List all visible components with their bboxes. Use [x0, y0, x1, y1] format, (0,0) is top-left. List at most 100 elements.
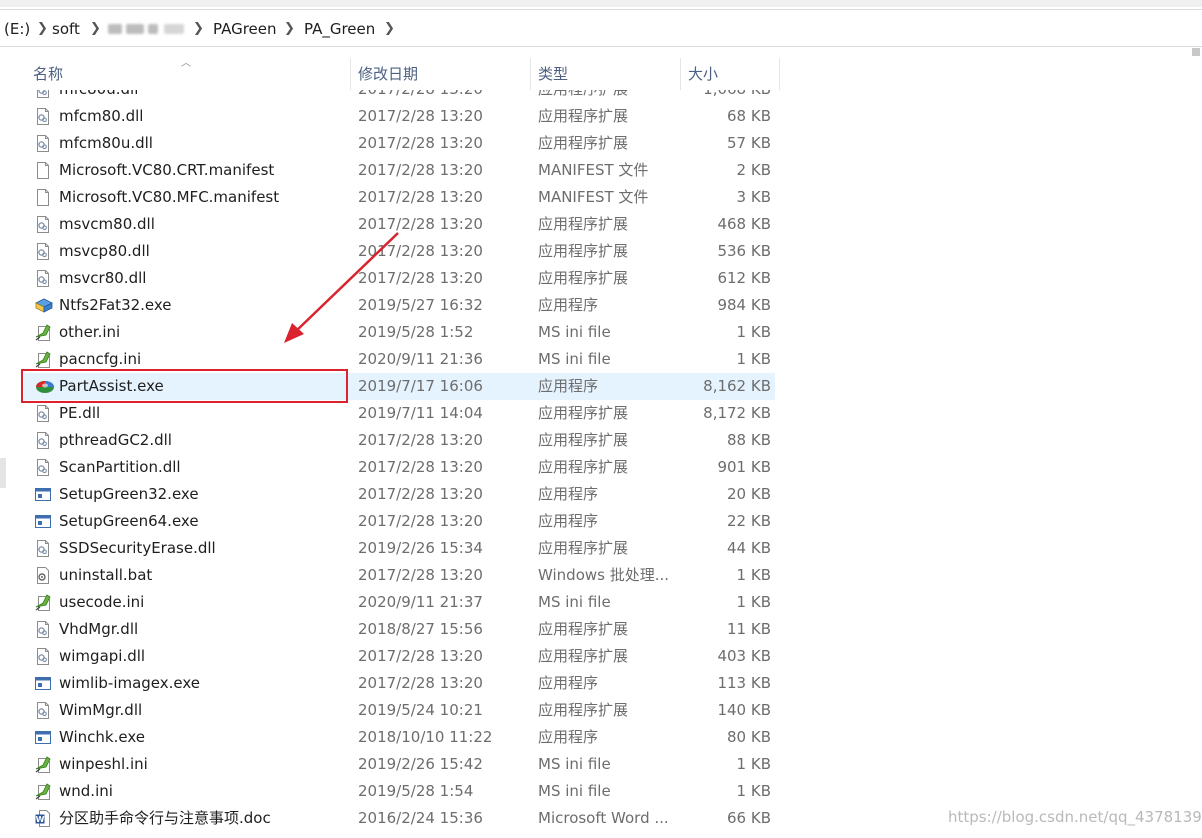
column-header-date[interactable]: 修改日期 — [358, 58, 418, 90]
file-name: msvcr80.dll — [59, 269, 147, 287]
ini-file-icon — [35, 783, 51, 800]
file-name: PE.dll — [59, 404, 101, 422]
file-row[interactable]: uninstall.bat 2017/2/28 13:20 Windows 批处理.… — [0, 562, 1202, 589]
column-header-name[interactable]: 名称 — [33, 58, 63, 90]
file-type: 应用程序扩展 — [538, 701, 629, 719]
file-size: 468 KB — [717, 215, 771, 233]
breadcrumb-item-pa-green[interactable]: PA_Green — [304, 19, 375, 39]
breadcrumb-drive[interactable]: (E:) — [4, 19, 30, 39]
file-name: usecode.ini — [59, 593, 145, 611]
file-size: 536 KB — [717, 242, 771, 260]
file-row[interactable]: Ntfs2Fat32.exe 2019/5/27 16:32 应用程序 984 KB — [0, 292, 1202, 319]
file-type: MANIFEST 文件 — [538, 161, 649, 179]
file-modified-date: 2017/2/28 13:20 — [358, 107, 483, 125]
file-name: Microsoft.VC80.MFC.manifest — [59, 188, 280, 206]
file-size: 901 KB — [717, 458, 771, 476]
column-divider[interactable] — [779, 58, 780, 90]
file-row[interactable]: msvcr80.dll 2017/2/28 13:20 应用程序扩展 612 KB — [0, 265, 1202, 292]
column-header-size[interactable]: 大小 — [688, 58, 718, 90]
chevron-right-icon[interactable]: ❯ — [284, 19, 295, 39]
file-row[interactable]: Winchk.exe 2018/10/10 11:22 应用程序 80 KB — [0, 724, 1202, 751]
file-row[interactable]: mfcm80.dll 2017/2/28 13:20 应用程序扩展 68 KB — [0, 103, 1202, 130]
file-row[interactable]: SetupGreen64.exe 2017/2/28 13:20 应用程序 22 KB — [0, 508, 1202, 535]
file-row[interactable]: SetupGreen32.exe 2017/2/28 13:20 应用程序 20 KB — [0, 481, 1202, 508]
exe-window-icon — [35, 675, 51, 692]
chevron-right-icon[interactable]: ❯ — [37, 19, 48, 39]
ntfs-app-icon — [35, 297, 53, 314]
blank-file-icon — [35, 189, 51, 206]
file-name: WimMgr.dll — [59, 701, 143, 719]
file-size: 57 KB — [727, 134, 771, 152]
file-type: MS ini file — [538, 350, 611, 368]
file-size: 8,172 KB — [703, 404, 771, 422]
file-modified-date: 2017/2/28 13:20 — [358, 566, 483, 584]
file-modified-date: 2016/2/24 15:36 — [358, 809, 483, 827]
file-size: 1 KB — [736, 350, 771, 368]
file-modified-date: 2019/5/24 10:21 — [358, 701, 483, 719]
dll-icon — [35, 648, 51, 665]
address-bar[interactable]: (E:) ❯ soft ❯ ❯ PAGreen ❯ PA_Green ❯ — [0, 9, 1202, 47]
dll-icon — [35, 702, 51, 719]
file-type: MANIFEST 文件 — [538, 188, 649, 206]
file-row[interactable]: wimlib-imagex.exe 2017/2/28 13:20 应用程序 113 … — [0, 670, 1202, 697]
file-row[interactable]: wimgapi.dll 2017/2/28 13:20 应用程序扩展 403 KB — [0, 643, 1202, 670]
file-row[interactable]: mfcm80u.dll 2017/2/28 13:20 应用程序扩展 57 KB — [0, 130, 1202, 157]
file-type: Windows 批处理... — [538, 566, 670, 584]
file-name: wimlib-imagex.exe — [59, 674, 201, 692]
file-row[interactable]: winpeshl.ini 2019/2/26 15:42 MS ini file 1 … — [0, 751, 1202, 778]
file-row[interactable]: ScanPartition.dll 2017/2/28 13:20 应用程序扩展 90… — [0, 454, 1202, 481]
file-modified-date: 2017/2/28 13:20 — [358, 188, 483, 206]
file-row[interactable]: pthreadGC2.dll 2017/2/28 13:20 应用程序扩展 88 KB — [0, 427, 1202, 454]
watermark: https://blog.csdn.net/qq_43781399 — [948, 808, 1202, 826]
file-type: 应用程序 — [538, 377, 599, 395]
file-name: ScanPartition.dll — [59, 458, 181, 476]
file-modified-date: 2017/2/28 13:20 — [358, 458, 483, 476]
file-type: 应用程序扩展 — [538, 107, 629, 125]
breadcrumb-item-pagreen[interactable]: PAGreen — [213, 19, 277, 39]
chevron-right-icon[interactable]: ❯ — [90, 19, 101, 39]
file-type: 应用程序扩展 — [538, 431, 629, 449]
file-row[interactable]: wnd.ini 2019/5/28 1:54 MS ini file 1 KB — [0, 778, 1202, 805]
column-divider[interactable] — [680, 58, 681, 90]
file-name: Microsoft.VC80.CRT.manifest — [59, 161, 275, 179]
file-name: Winchk.exe — [59, 728, 145, 746]
blurred-breadcrumb-item[interactable] — [108, 24, 186, 36]
file-modified-date: 2019/7/17 16:06 — [358, 377, 483, 395]
file-row[interactable]: Microsoft.VC80.MFC.manifest 2017/2/28 13:… — [0, 184, 1202, 211]
file-modified-date: 2018/10/10 11:22 — [358, 728, 493, 746]
file-modified-date: 2020/9/11 21:36 — [358, 350, 483, 368]
file-row[interactable]: PE.dll 2019/7/11 14:04 应用程序扩展 8,172 KB — [0, 400, 1202, 427]
file-row[interactable]: Microsoft.VC80.CRT.manifest 2017/2/28 13:… — [0, 157, 1202, 184]
file-modified-date: 2017/2/28 13:20 — [358, 485, 483, 503]
dll-icon — [35, 108, 51, 125]
dll-icon — [35, 621, 51, 638]
column-divider[interactable] — [350, 58, 351, 90]
file-row[interactable]: usecode.ini 2020/9/11 21:37 MS ini file 1 K… — [0, 589, 1202, 616]
file-name: SSDSecurityErase.dll — [59, 539, 216, 557]
ini-file-icon — [35, 594, 51, 611]
breadcrumb-item-soft[interactable]: soft — [52, 19, 80, 39]
file-size: 2 KB — [736, 161, 771, 179]
file-list[interactable]: mfc80u.dll2017/2/28 13:20应用程序扩展1,068 KBm… — [0, 76, 1202, 838]
chevron-right-icon[interactable]: ❯ — [384, 19, 395, 39]
file-name: other.ini — [59, 323, 121, 341]
file-row[interactable]: msvcp80.dll 2017/2/28 13:20 应用程序扩展 536 KB — [0, 238, 1202, 265]
file-row[interactable]: msvcm80.dll 2017/2/28 13:20 应用程序扩展 468 KB — [0, 211, 1202, 238]
column-header-type[interactable]: 类型 — [538, 58, 568, 90]
file-type: 应用程序扩展 — [538, 134, 629, 152]
column-divider[interactable] — [530, 58, 531, 90]
file-size: 11 KB — [727, 620, 771, 638]
file-row[interactable]: other.ini 2019/5/28 1:52 MS ini file 1 KB — [0, 319, 1202, 346]
chevron-right-icon[interactable]: ❯ — [193, 19, 204, 39]
file-row[interactable]: WimMgr.dll 2019/5/24 10:21 应用程序扩展 140 KB — [0, 697, 1202, 724]
file-row[interactable]: SSDSecurityErase.dll 2019/2/26 15:34 应用程序扩… — [0, 535, 1202, 562]
file-size: 8,162 KB — [703, 377, 771, 395]
bat-file-icon — [35, 567, 51, 584]
file-name: Ntfs2Fat32.exe — [59, 296, 172, 314]
file-type: 应用程序 — [538, 485, 599, 503]
file-row[interactable]: VhdMgr.dll 2018/8/27 15:56 应用程序扩展 11 KB — [0, 616, 1202, 643]
scroll-up-arrow[interactable] — [1192, 48, 1200, 56]
file-type: MS ini file — [538, 755, 611, 773]
file-modified-date: 2017/2/28 13:20 — [358, 269, 483, 287]
file-modified-date: 2018/8/27 15:56 — [358, 620, 483, 638]
